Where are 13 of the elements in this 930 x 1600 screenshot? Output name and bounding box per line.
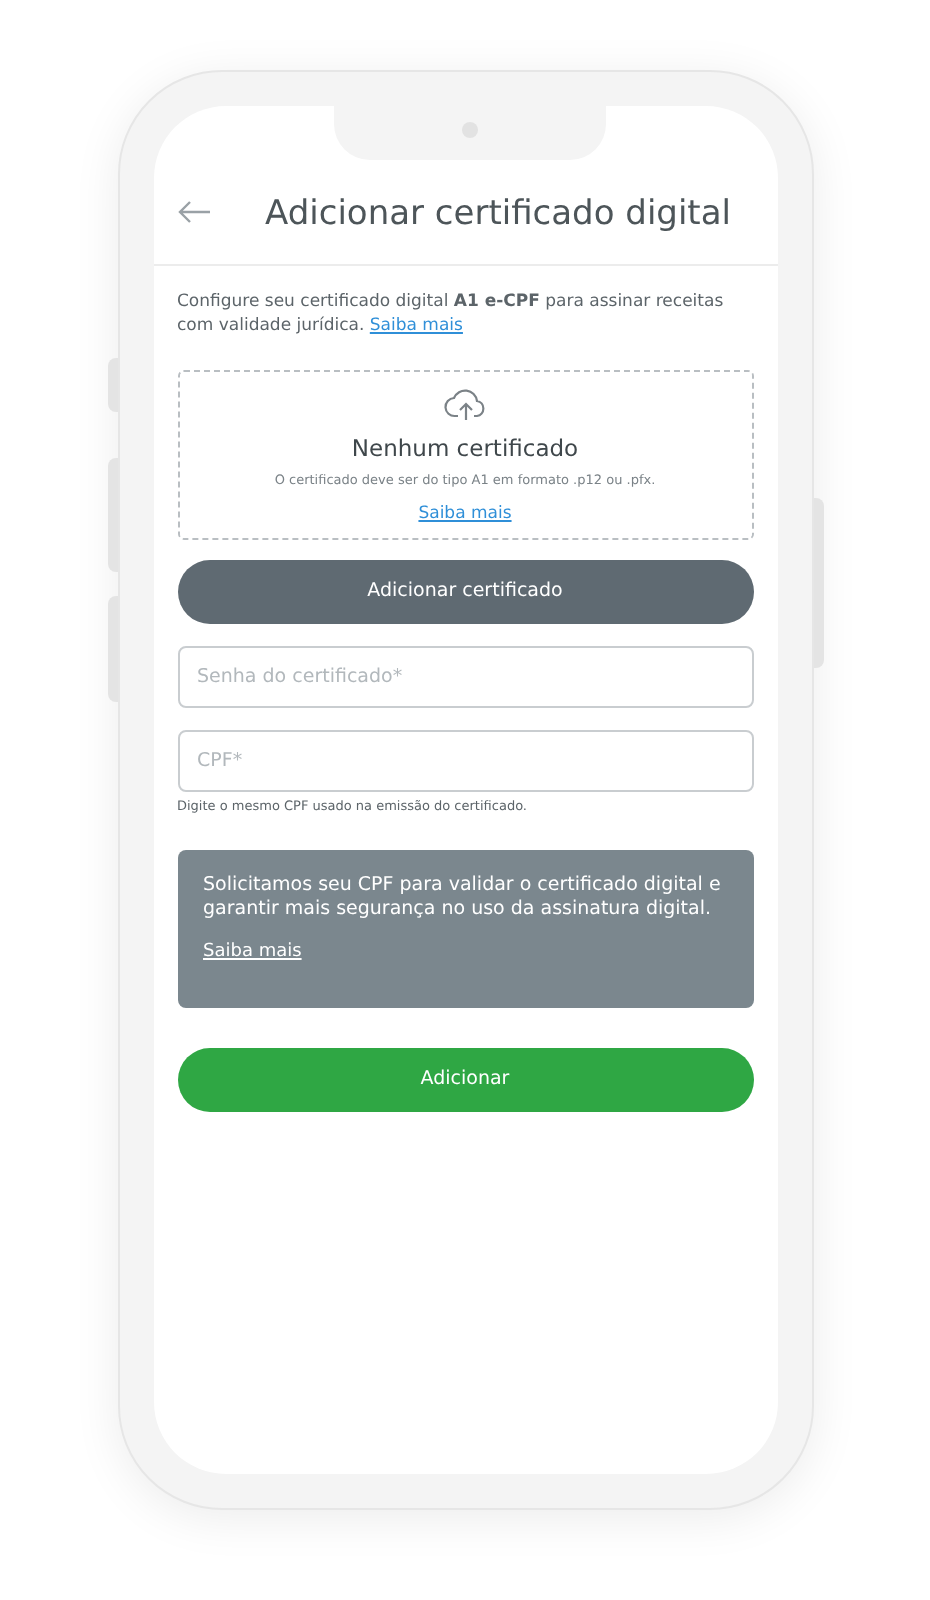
empty-state-title: Nenhum certificado: [351, 432, 579, 466]
text-field[interactable]: Senha do certificado*: [177, 646, 753, 708]
info-text: Solicitamos seu CPF para validar o certificado digital e garantir mais segurança no uso da assinatura digital.: [203, 873, 723, 924]
intro-text: Configure seu certificado digital A1 e-CPF para assinar receitas com validade jurídica. Saiba mais: [177, 290, 726, 338]
add-certificate-button[interactable]: Adicionar certificado: [177, 560, 753, 624]
learn-more-link[interactable]: Saiba mais: [203, 939, 302, 967]
learn-more-link[interactable]: Saiba mais: [418, 502, 512, 528]
cloud-upload-icon: [443, 388, 487, 422]
screen-title: Adicionar certificado digital: [265, 198, 731, 232]
text-field[interactable]: CPF*: [177, 730, 753, 792]
submit-button[interactable]: Adicionar: [177, 1047, 753, 1112]
learn-more-link[interactable]: Saiba mais: [369, 316, 463, 336]
back-arrow-icon[interactable]: [177, 200, 211, 224]
